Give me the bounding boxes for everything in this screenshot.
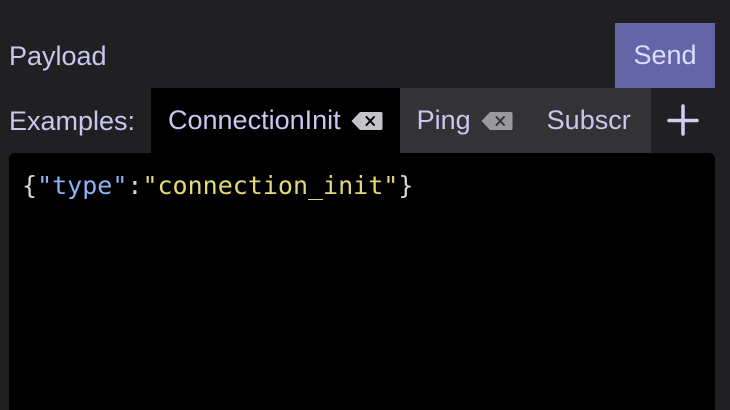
- json-close-brace: }: [398, 171, 414, 200]
- send-button[interactable]: Send: [615, 23, 715, 88]
- tab-ping[interactable]: Ping: [399, 88, 530, 153]
- tab-label: Subscr: [546, 105, 631, 135]
- tab-connectioninit[interactable]: ConnectionInit: [151, 88, 400, 153]
- json-colon: :: [127, 171, 143, 200]
- tab-label: Ping: [416, 105, 471, 135]
- json-open-brace: {: [22, 171, 38, 200]
- add-example-button[interactable]: [651, 88, 715, 153]
- plus-icon: [667, 104, 699, 136]
- examples-label: Examples:: [9, 106, 136, 136]
- tab-subscribe[interactable]: Subscr: [529, 88, 648, 153]
- backspace-x-icon[interactable]: [351, 111, 383, 131]
- examples-tab-bar: ConnectionInit Ping Subscr: [151, 88, 651, 153]
- json-value: "connection_init": [142, 171, 399, 200]
- tab-label: ConnectionInit: [168, 105, 341, 135]
- payload-editor[interactable]: {"type":"connection_init"}: [9, 153, 715, 410]
- backspace-x-icon[interactable]: [481, 111, 513, 131]
- payload-panel: Payload Send Examples: ConnectionInit Pi…: [0, 0, 730, 410]
- payload-title: Payload: [9, 41, 107, 71]
- json-key: "type": [37, 171, 128, 200]
